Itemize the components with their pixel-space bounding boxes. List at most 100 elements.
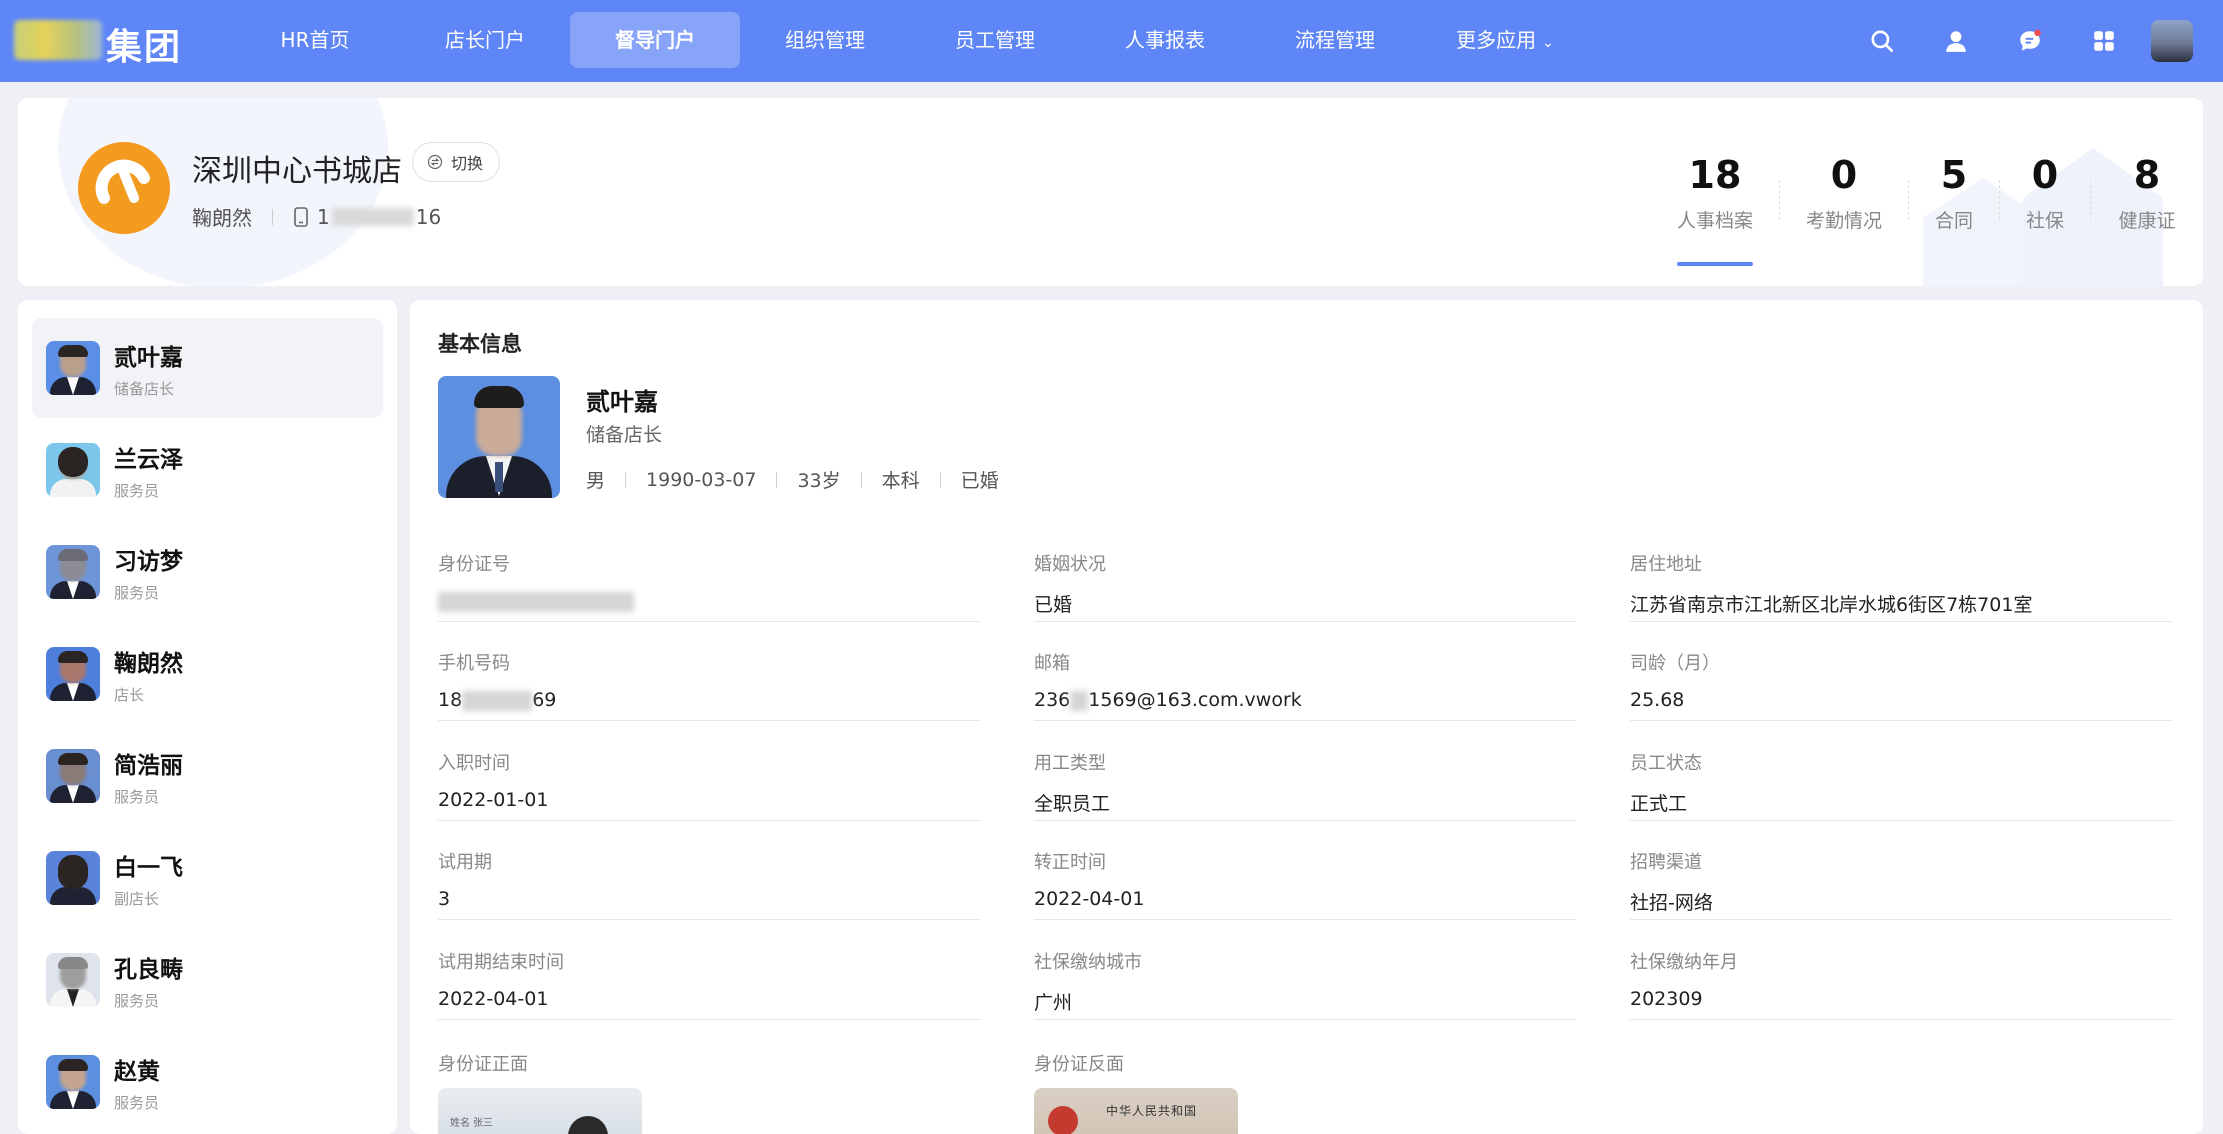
field-social-security-city: 社保缴纳城市 广州 — [1034, 948, 1576, 1020]
avatar — [46, 443, 100, 497]
employee-detail-panel: 基本信息 贰叶嘉 储备店长 男 1990-03-07 33岁 本科 已婚 身份证… — [410, 300, 2203, 1134]
nav-item-employee-management[interactable]: 员工管理 — [910, 12, 1080, 68]
stat-label: 健康证 — [2118, 210, 2176, 232]
field-label: 司龄（月） — [1630, 653, 1720, 674]
field-email: 邮箱 236 1569@163.com.vwork — [1034, 649, 1576, 721]
field-label: 试用期 — [438, 852, 492, 873]
field-regularization-date: 转正时间 2022-04-01 — [1034, 848, 1576, 920]
field-probation-end-date: 试用期结束时间 2022-04-01 — [438, 948, 980, 1020]
user-avatar[interactable] — [2151, 20, 2193, 62]
nav-item-org-management[interactable]: 组织管理 — [740, 12, 910, 68]
avatar — [46, 1055, 100, 1109]
stat-value: 18 — [1688, 153, 1742, 197]
manager-name: 鞠朗然 — [192, 206, 252, 230]
nav-item-store-manager-portal[interactable]: 店长门户 — [400, 12, 570, 68]
employee-photo[interactable] — [438, 376, 560, 498]
stat-hr-files[interactable]: 18 人事档案 — [1651, 152, 1779, 266]
active-tab-indicator — [1677, 262, 1753, 266]
field-value: 江苏省南京市江北新区北岸水城6街区7栋701室 — [1630, 594, 2033, 616]
nav-item-process-management[interactable]: 流程管理 — [1250, 12, 1420, 68]
employee-name: 赵黄 — [114, 1058, 160, 1085]
nav-item-supervisor-portal[interactable]: 督导门户 — [570, 12, 740, 68]
field-label: 身份证号 — [438, 554, 510, 575]
apps-grid-icon[interactable] — [2067, 14, 2141, 68]
employee-role: 副店长 — [114, 889, 160, 908]
field-mobile: 手机号码 18 69 — [438, 649, 980, 721]
field-label: 招聘渠道 — [1630, 852, 1702, 873]
field-employee-status: 员工状态 正式工 — [1630, 749, 2172, 821]
employee-list-item[interactable]: 习访梦 服务员 — [32, 522, 383, 622]
employee-name: 孔良畴 — [114, 956, 183, 983]
nav-item-more-apps[interactable]: 更多应用 ⌄ — [1420, 12, 1590, 68]
store-stats: 18 人事档案 0 考勤情况 5 合同 0 社保 8 健康证 — [1651, 152, 2203, 266]
stat-label: 社保 — [2025, 210, 2064, 232]
avatar — [46, 953, 100, 1007]
employee-role: 服务员 — [114, 1093, 160, 1112]
id-card-back-image[interactable]: 中华人民共和国 — [1034, 1088, 1238, 1134]
employee-list-item[interactable]: 赵黄 服务员 — [32, 1032, 383, 1132]
field-value: 2022-04-01 — [438, 988, 549, 1010]
store-logo-icon — [78, 142, 170, 234]
employee-role: 储备店长 — [114, 379, 175, 398]
store-name: 深圳中心书城店 — [192, 154, 402, 189]
employee-name: 白一飞 — [114, 854, 183, 881]
avatar — [46, 341, 100, 395]
employee-list-item[interactable]: 白一飞 副店长 — [32, 828, 383, 928]
section-title: 基本信息 — [438, 332, 522, 356]
field-value: 2022-04-01 — [1034, 888, 1145, 910]
logo-text: 集团 — [106, 27, 183, 68]
field-value: 236 1569@163.com.vwork — [1034, 689, 1302, 711]
field-address: 居住地址 江苏省南京市江北新区北岸水城6街区7栋701室 — [1630, 550, 2172, 622]
id-card-back-text: 中华人民共和国 — [1106, 1104, 1198, 1118]
field-label: 手机号码 — [438, 653, 510, 674]
employee-list-item[interactable]: 兰云泽 服务员 — [32, 420, 383, 520]
stat-health-certificate[interactable]: 8 健康证 — [2091, 152, 2203, 233]
id-card-front-image[interactable]: 姓名 张三 — [438, 1088, 642, 1134]
nav-item-hr-home[interactable]: HR首页 — [230, 12, 400, 68]
company-logo[interactable]: 集团 — [14, 14, 194, 68]
field-label: 转正时间 — [1034, 852, 1106, 873]
switch-store-button[interactable]: 切换 — [412, 142, 501, 182]
stat-attendance[interactable]: 0 考勤情况 — [1780, 152, 1908, 233]
employee-name: 鞠朗然 — [114, 650, 183, 677]
stat-contracts[interactable]: 5 合同 — [1909, 152, 1999, 233]
manager-phone-suffix: 16 — [415, 204, 442, 229]
employee-list-item[interactable]: 孔良畴 服务员 — [32, 930, 383, 1030]
user-icon[interactable] — [1919, 14, 1993, 68]
employee-list-item[interactable]: 鞠朗然 店长 — [32, 624, 383, 724]
employee-role: 服务员 — [114, 991, 160, 1010]
message-icon[interactable] — [1993, 14, 2067, 68]
switch-icon — [427, 154, 443, 170]
employee-name: 贰叶嘉 — [586, 388, 658, 416]
employee-list: 贰叶嘉 储备店长 兰云泽 服务员 习访梦 服务员 鞠朗然 店长 简浩丽 服务员 白一飞 副店… — [18, 300, 397, 1134]
employee-name: 简浩丽 — [114, 752, 183, 779]
chevron-down-icon: ⌄ — [1542, 35, 1554, 51]
id-number-redaction — [438, 591, 634, 612]
field-social-security-month: 社保缴纳年月 202309 — [1630, 948, 2172, 1020]
avatar — [46, 647, 100, 701]
employee-list-item[interactable]: 简浩丽 服务员 — [32, 726, 383, 826]
nav-item-hr-reports[interactable]: 人事报表 — [1080, 12, 1250, 68]
main-nav: HR首页 店长门户 督导门户 组织管理 员工管理 人事报表 流程管理 更多应用 ⌄ — [230, 12, 1590, 68]
field-tenure-months: 司龄（月） 25.68 — [1630, 649, 2172, 721]
switch-label: 切换 — [451, 154, 484, 173]
age-tag: 33岁 — [797, 470, 841, 492]
field-value: 25.68 — [1630, 689, 1685, 711]
field-value: 已婚 — [1034, 594, 1073, 616]
employee-role: 店长 — [114, 685, 145, 704]
field-id-number: 身份证号 — [438, 550, 980, 622]
field-marital-status: 婚姻状况 已婚 — [1034, 550, 1576, 622]
logo-mark — [14, 20, 102, 60]
field-employment-type: 用工类型 全职员工 — [1034, 749, 1576, 821]
employee-list-item[interactable]: 贰叶嘉 储备店长 — [32, 318, 383, 418]
field-label: 员工状态 — [1630, 753, 1702, 774]
employee-tags: 男 1990-03-07 33岁 本科 已婚 — [586, 466, 999, 493]
employee-role: 服务员 — [114, 481, 160, 500]
gender-tag: 男 — [586, 470, 606, 492]
field-value: 3 — [438, 888, 451, 910]
employee-name: 贰叶嘉 — [114, 344, 183, 371]
field-value: 社招-网络 — [1630, 892, 1713, 914]
stat-value: 5 — [1940, 153, 1968, 197]
search-icon[interactable] — [1845, 14, 1919, 68]
stat-social-security[interactable]: 0 社保 — [2000, 152, 2090, 233]
